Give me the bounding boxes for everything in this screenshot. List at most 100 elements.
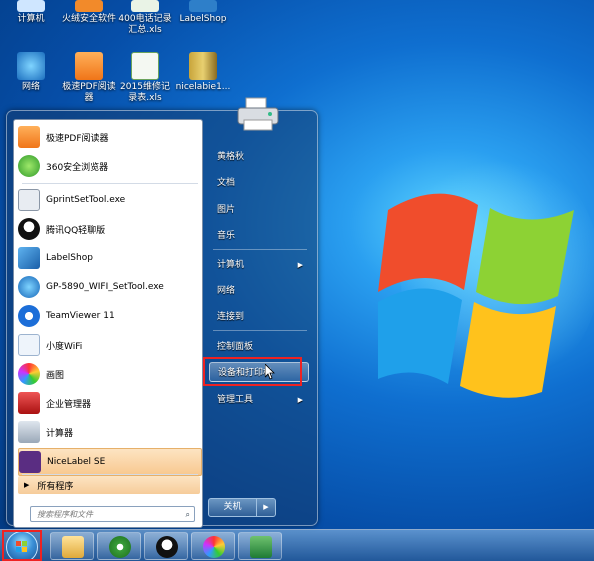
shutdown-options-button[interactable]: ▶ <box>256 498 276 517</box>
desktop-icon-labelshop[interactable]: LabelShop <box>174 0 232 25</box>
search-icon: ⌕ <box>185 510 190 519</box>
qq-icon <box>18 218 40 240</box>
archive-icon <box>189 52 217 80</box>
program-item[interactable]: 小度WiFi <box>18 332 200 358</box>
highlight-devices-and-printers <box>203 357 302 386</box>
program-separator <box>22 183 198 184</box>
network-icon <box>17 52 45 80</box>
usb-icon <box>18 189 40 211</box>
globe-icon <box>18 276 40 298</box>
desktop-icon-400-xls[interactable]: 400电话记录汇总.xls <box>116 0 174 36</box>
desktop-icon-label: 400电话记录汇总.xls <box>118 14 172 35</box>
program-label: 企业管理器 <box>46 399 92 410</box>
highlight-start-button <box>2 530 42 561</box>
program-item[interactable]: 360安全浏览器 <box>18 153 200 179</box>
nicelabel-icon <box>19 451 41 473</box>
desktop-icon-label: nicelabie1... <box>175 82 231 92</box>
places-separator <box>213 330 307 331</box>
pdf-reader-icon <box>18 126 40 148</box>
program-item[interactable]: 极速PDF阅读器 <box>18 124 200 150</box>
program-item[interactable]: GP-5890_WIFI_SetTool.exe <box>18 274 200 300</box>
program-item[interactable]: TeamViewer 11 <box>18 303 200 329</box>
expand-arrow-icon: ▶ <box>24 481 30 489</box>
program-label: 极速PDF阅读器 <box>46 133 109 144</box>
program-item[interactable]: 画图 <box>18 361 200 387</box>
taskbar-excel[interactable] <box>238 532 282 560</box>
desktop-icon-2015-xls[interactable]: 2015维修记录表.xls <box>116 52 174 104</box>
calculator-icon <box>18 421 40 443</box>
places-label: 管理工具 <box>217 395 254 405</box>
desktop-icon-computer[interactable]: 计算机 <box>2 0 60 25</box>
program-label: 360安全浏览器 <box>46 162 109 173</box>
shield-app-icon <box>75 0 103 12</box>
pdf-reader-icon <box>75 52 103 80</box>
program-label: LabelShop <box>46 253 93 263</box>
places-label: 文档 <box>217 178 236 188</box>
excel-file-icon <box>131 52 159 80</box>
ie-browser-icon <box>109 536 131 558</box>
program-separator <box>22 474 198 475</box>
windows-explorer-icon <box>62 536 84 558</box>
program-label: GprintSetTool.exe <box>46 195 126 205</box>
printer-icon <box>237 97 279 131</box>
desktop-icon-network[interactable]: 网络 <box>2 52 60 93</box>
qq-icon <box>156 536 178 558</box>
places-item-computer[interactable]: 计算机 ▶ <box>209 255 309 275</box>
desktop-icon-label: 计算机 <box>17 14 45 24</box>
all-programs-label: 所有程序 <box>37 481 74 492</box>
taskbar-paint[interactable] <box>191 532 235 560</box>
all-programs-button[interactable]: ▶ 所有程序 <box>18 476 200 494</box>
places-item-connect-to[interactable]: 连接到 <box>209 307 309 327</box>
places-label: 网络 <box>217 286 236 296</box>
taskbar-qq[interactable] <box>144 532 188 560</box>
toolbox-icon <box>18 392 40 414</box>
desktop-icon-huorong[interactable]: 火绒安全软件 <box>60 0 118 25</box>
search-placeholder: 搜索程序和文件 <box>37 510 93 519</box>
program-item[interactable]: 腾讯QQ轻聊版 <box>18 216 200 242</box>
shutdown-button[interactable]: 关机 <box>208 498 257 517</box>
paint-icon <box>203 536 225 558</box>
places-item-pictures[interactable]: 图片 <box>209 200 309 220</box>
program-label: NiceLabel SE <box>47 457 106 467</box>
taskbar-explorer[interactable] <box>50 532 94 560</box>
program-label: GP-5890_WIFI_SetTool.exe <box>46 282 164 292</box>
program-item[interactable]: GprintSetTool.exe <box>18 187 200 213</box>
program-item-nicelabel[interactable]: NiceLabel SE <box>18 448 202 476</box>
program-label: TeamViewer 11 <box>46 311 115 321</box>
places-separator <box>213 249 307 250</box>
desktop-icon-label: 2015维修记录表.xls <box>120 82 170 103</box>
places-item-network[interactable]: 网络 <box>209 281 309 301</box>
browser-360-icon <box>18 155 40 177</box>
program-label: 小度WiFi <box>46 341 83 352</box>
program-item[interactable]: 计算器 <box>18 419 200 445</box>
labelshop-icon <box>189 0 217 12</box>
submenu-arrow-icon: ▶ <box>297 261 303 269</box>
places-item-control-panel[interactable]: 控制面板 <box>209 337 309 357</box>
search-input[interactable]: 搜索程序和文件 ⌕ <box>30 506 195 522</box>
start-menu-programs-pane: 极速PDF阅读器 360安全浏览器 GprintSetTool.exe 腾讯QQ… <box>13 119 203 528</box>
desktop-icon-nicelabel-archive[interactable]: nicelabie1... <box>174 52 232 93</box>
program-item[interactable]: 企业管理器 <box>18 390 200 416</box>
places-item-documents[interactable]: 文档 <box>209 173 309 193</box>
desktop-icon-pdf-reader[interactable]: 极速PDF阅读器 <box>60 52 118 104</box>
wifi-icon <box>18 334 40 356</box>
computer-icon <box>17 0 45 12</box>
start-menu: 极速PDF阅读器 360安全浏览器 GprintSetTool.exe 腾讯QQ… <box>6 110 318 528</box>
start-menu-places-pane: 黄格秋 文档 图片 音乐 计算机 ▶ 网络 连接到 控制面板 设备和打印机 管理工… <box>205 111 315 525</box>
excel-file-icon <box>131 0 159 12</box>
places-label: 黄格秋 <box>217 152 245 162</box>
places-item-user[interactable]: 黄格秋 <box>209 147 309 167</box>
desktop-icon-label: 网络 <box>21 82 40 92</box>
desktop-icon-label: LabelShop <box>179 14 227 24</box>
teamviewer-icon <box>18 305 40 327</box>
windows-logo-wallpaper <box>378 193 574 398</box>
taskbar-ie[interactable] <box>97 532 141 560</box>
program-label: 画图 <box>46 370 65 381</box>
desktop-icon-label: 火绒安全软件 <box>61 14 116 24</box>
labelshop-icon <box>18 247 40 269</box>
program-label: 腾讯QQ轻聊版 <box>46 225 106 236</box>
places-item-admin-tools[interactable]: 管理工具 ▶ <box>209 390 309 410</box>
places-label: 音乐 <box>217 231 236 241</box>
program-item[interactable]: LabelShop <box>18 245 200 271</box>
places-item-music[interactable]: 音乐 <box>209 226 309 246</box>
